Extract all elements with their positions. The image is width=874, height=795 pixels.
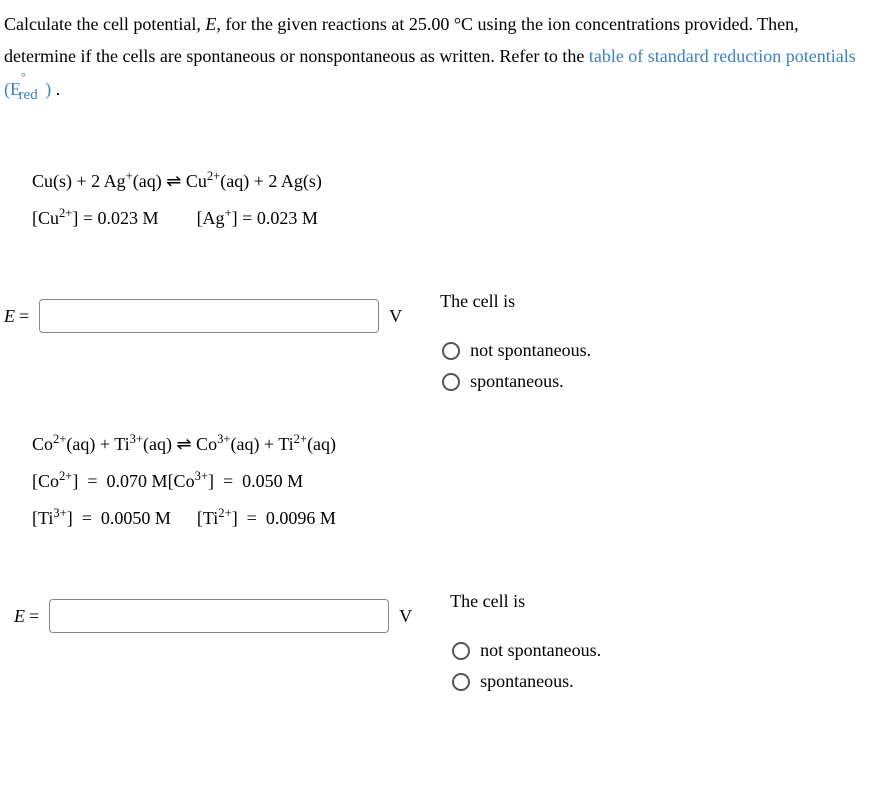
radio-icon — [442, 373, 460, 391]
intro-text-1: Calculate the cell potential, — [4, 14, 205, 34]
q2-equation: Co2+(aq) + Ti3+(aq) ⇌ Co3+(aq) + Ti2+(aq… — [32, 432, 870, 455]
q2-radio-not-spontaneous[interactable]: not spontaneous. — [452, 640, 601, 661]
q1-opt1-label: not spontaneous. — [470, 340, 591, 361]
q1-opt2-label: spontaneous. — [470, 371, 564, 392]
q2-opt1-label: not spontaneous. — [480, 640, 601, 661]
q2-opt2-label: spontaneous. — [480, 671, 574, 692]
q1-unit: V — [389, 306, 402, 327]
q2-equals: = — [29, 606, 39, 627]
q2-radio-spontaneous[interactable]: spontaneous. — [452, 671, 601, 692]
q2-concentrations-row1: [Co2+] = 0.070 M[Co3+] = 0.050 M — [32, 469, 870, 492]
q1-cell-is: The cell is — [440, 291, 591, 312]
q1-radio-spontaneous[interactable]: spontaneous. — [442, 371, 591, 392]
q1-E-label: E — [4, 306, 15, 327]
radio-icon — [442, 342, 460, 360]
radio-icon — [452, 673, 470, 691]
q2-conc-ti2: [Ti2+] = 0.0096 M — [197, 508, 336, 528]
intro-text-3: . — [51, 79, 60, 99]
intro-E: E — [205, 14, 216, 34]
q2-E-label: E — [14, 606, 25, 627]
q2-cell-is: The cell is — [450, 591, 601, 612]
q2-concentrations-row2: [Ti3+] = 0.0050 M [Ti2+] = 0.0096 M — [32, 506, 870, 529]
q2-unit: V — [399, 606, 412, 627]
q1-conc-ag: [Ag+] = 0.023 M — [197, 208, 318, 228]
q1-answer-row: E = V The cell is not spontaneous. spont… — [4, 299, 870, 402]
q1-equals: = — [19, 306, 29, 327]
q2-conc-co2: [Co2+] = 0.070 M — [32, 471, 168, 491]
q1-concentrations: [Cu2+] = 0.023 M [Ag+] = 0.023 M — [32, 206, 870, 229]
radio-icon — [452, 642, 470, 660]
q1-conc-cu: [Cu2+] = 0.023 M — [32, 208, 159, 228]
q2-answer-row: E = V The cell is not spontaneous. spont… — [4, 599, 870, 702]
q1-equation: Cu(s) + 2 Ag+(aq) ⇌ Cu2+(aq) + 2 Ag(s) — [32, 169, 870, 192]
q1-radio-not-spontaneous[interactable]: not spontaneous. — [442, 340, 591, 361]
q1-E-input[interactable] — [39, 299, 379, 333]
q1-equation-block: Cu(s) + 2 Ag+(aq) ⇌ Cu2+(aq) + 2 Ag(s) [… — [32, 169, 870, 229]
q2-E-input[interactable] — [49, 599, 389, 633]
question-intro: Calculate the cell potential, E, for the… — [4, 8, 870, 109]
q2-conc-ti3: [Ti3+] = 0.0050 M — [32, 508, 171, 528]
q2-conc-co3: [Co3+] = 0.050 M — [168, 471, 304, 491]
q2-equation-block: Co2+(aq) + Ti3+(aq) ⇌ Co3+(aq) + Ti2+(aq… — [32, 432, 870, 529]
